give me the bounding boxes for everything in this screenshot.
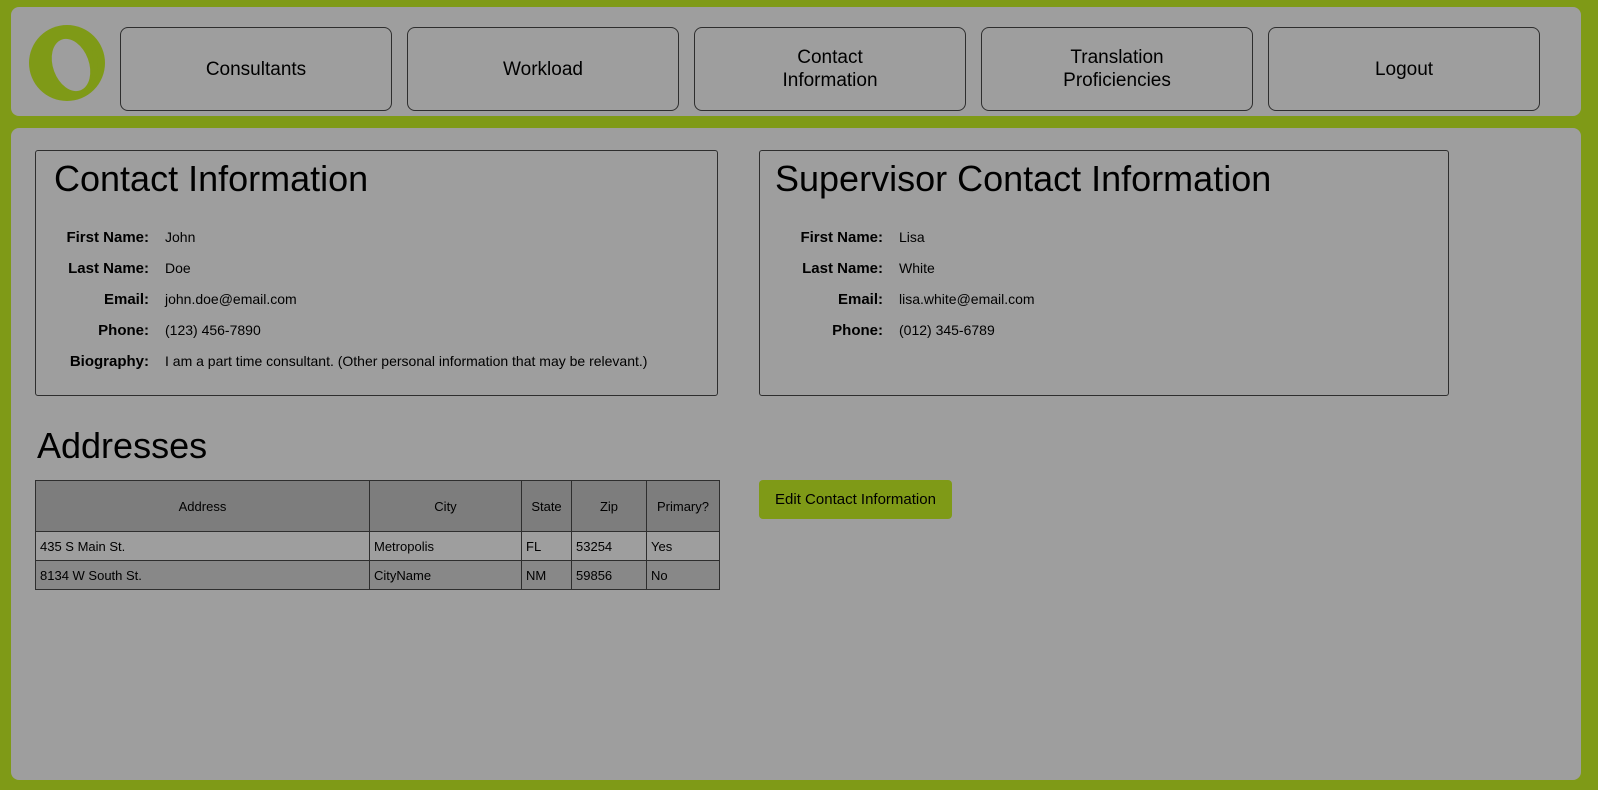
field-value: John (165, 229, 196, 245)
addresses-title: Addresses (37, 425, 208, 466)
field-label: Biography: (69, 352, 149, 370)
cell-city: CityName (369, 560, 522, 590)
field-value: (123) 456-7890 (165, 322, 261, 338)
field-label: Phone: (832, 321, 883, 339)
nav-translation-proficiencies-button[interactable]: Translation Proficiencies (981, 27, 1253, 111)
table-row[interactable]: 435 S Main St. Metropolis FL 53254 Yes (35, 531, 720, 561)
field-value: lisa.white@email.com (899, 291, 1035, 307)
column-header-zip[interactable]: Zip (571, 480, 647, 532)
edit-contact-information-button[interactable]: Edit Contact Information (759, 480, 952, 519)
column-header-primary[interactable]: Primary? (646, 480, 720, 532)
field-label: Email: (837, 290, 883, 308)
field-email: Email: john.doe@email.com (36, 289, 297, 309)
nav-label: Logout (1374, 58, 1434, 80)
contact-info-panel: Contact Information First Name: John Las… (35, 150, 718, 396)
field-email: Email: lisa.white@email.com (770, 289, 1035, 309)
nav-consultants-button[interactable]: Consultants (120, 27, 392, 111)
field-label: First Name: (66, 228, 149, 246)
column-header-state[interactable]: State (521, 480, 572, 532)
field-last-name: Last Name: White (770, 258, 935, 278)
addresses-table: Address City State Zip Primary? 435 S Ma… (35, 480, 720, 590)
contact-info-title: Contact Information (54, 158, 369, 199)
field-value: john.doe@email.com (165, 291, 297, 307)
table-row[interactable]: 8134 W South St. CityName NM 59856 No (35, 560, 720, 590)
field-label: First Name: (800, 228, 883, 246)
column-header-city[interactable]: City (369, 480, 522, 532)
nav-logout-button[interactable]: Logout (1268, 27, 1540, 111)
field-value: I am a part time consultant. (Other pers… (165, 353, 648, 369)
field-value: Doe (165, 260, 191, 276)
nav-label: Translation Proficiencies (1063, 47, 1171, 91)
cell-primary: Yes (646, 531, 720, 561)
supervisor-info-title: Supervisor Contact Information (775, 158, 1272, 199)
cell-zip: 53254 (571, 531, 647, 561)
field-value: (012) 345-6789 (899, 322, 995, 338)
cell-address: 435 S Main St. (35, 531, 370, 561)
field-last-name: Last Name: Doe (36, 258, 191, 278)
cell-zip: 59856 (571, 560, 647, 590)
field-biography: Biography: I am a part time consultant. … (36, 351, 648, 371)
field-label: Phone: (98, 321, 149, 339)
column-header-address[interactable]: Address (35, 480, 370, 532)
nav-label: Workload (503, 58, 583, 80)
cell-city: Metropolis (369, 531, 522, 561)
cell-primary: No (646, 560, 720, 590)
nav-label: Consultants (205, 58, 307, 80)
cell-address: 8134 W South St. (35, 560, 370, 590)
nav-contact-information-button[interactable]: Contact Information (694, 27, 966, 111)
table-header-row: Address City State Zip Primary? (35, 480, 720, 532)
nav-workload-button[interactable]: Workload (407, 27, 679, 111)
field-label: Last Name: (802, 259, 883, 277)
field-first-name: First Name: Lisa (770, 227, 925, 247)
field-value: Lisa (899, 229, 925, 245)
header-bar: Consultants Workload Contact Information… (11, 7, 1581, 116)
supervisor-info-panel: Supervisor Contact Information First Nam… (759, 150, 1449, 396)
field-first-name: First Name: John (36, 227, 195, 247)
field-label: Last Name: (68, 259, 149, 277)
cell-state: FL (521, 531, 572, 561)
field-phone: Phone: (012) 345-6789 (770, 320, 995, 340)
field-label: Email: (103, 290, 149, 308)
field-phone: Phone: (123) 456-7890 (36, 320, 261, 340)
cell-state: NM (521, 560, 572, 590)
field-value: White (899, 260, 935, 276)
app-logo-icon[interactable] (27, 23, 107, 103)
nav-label: Contact Information (782, 47, 878, 91)
